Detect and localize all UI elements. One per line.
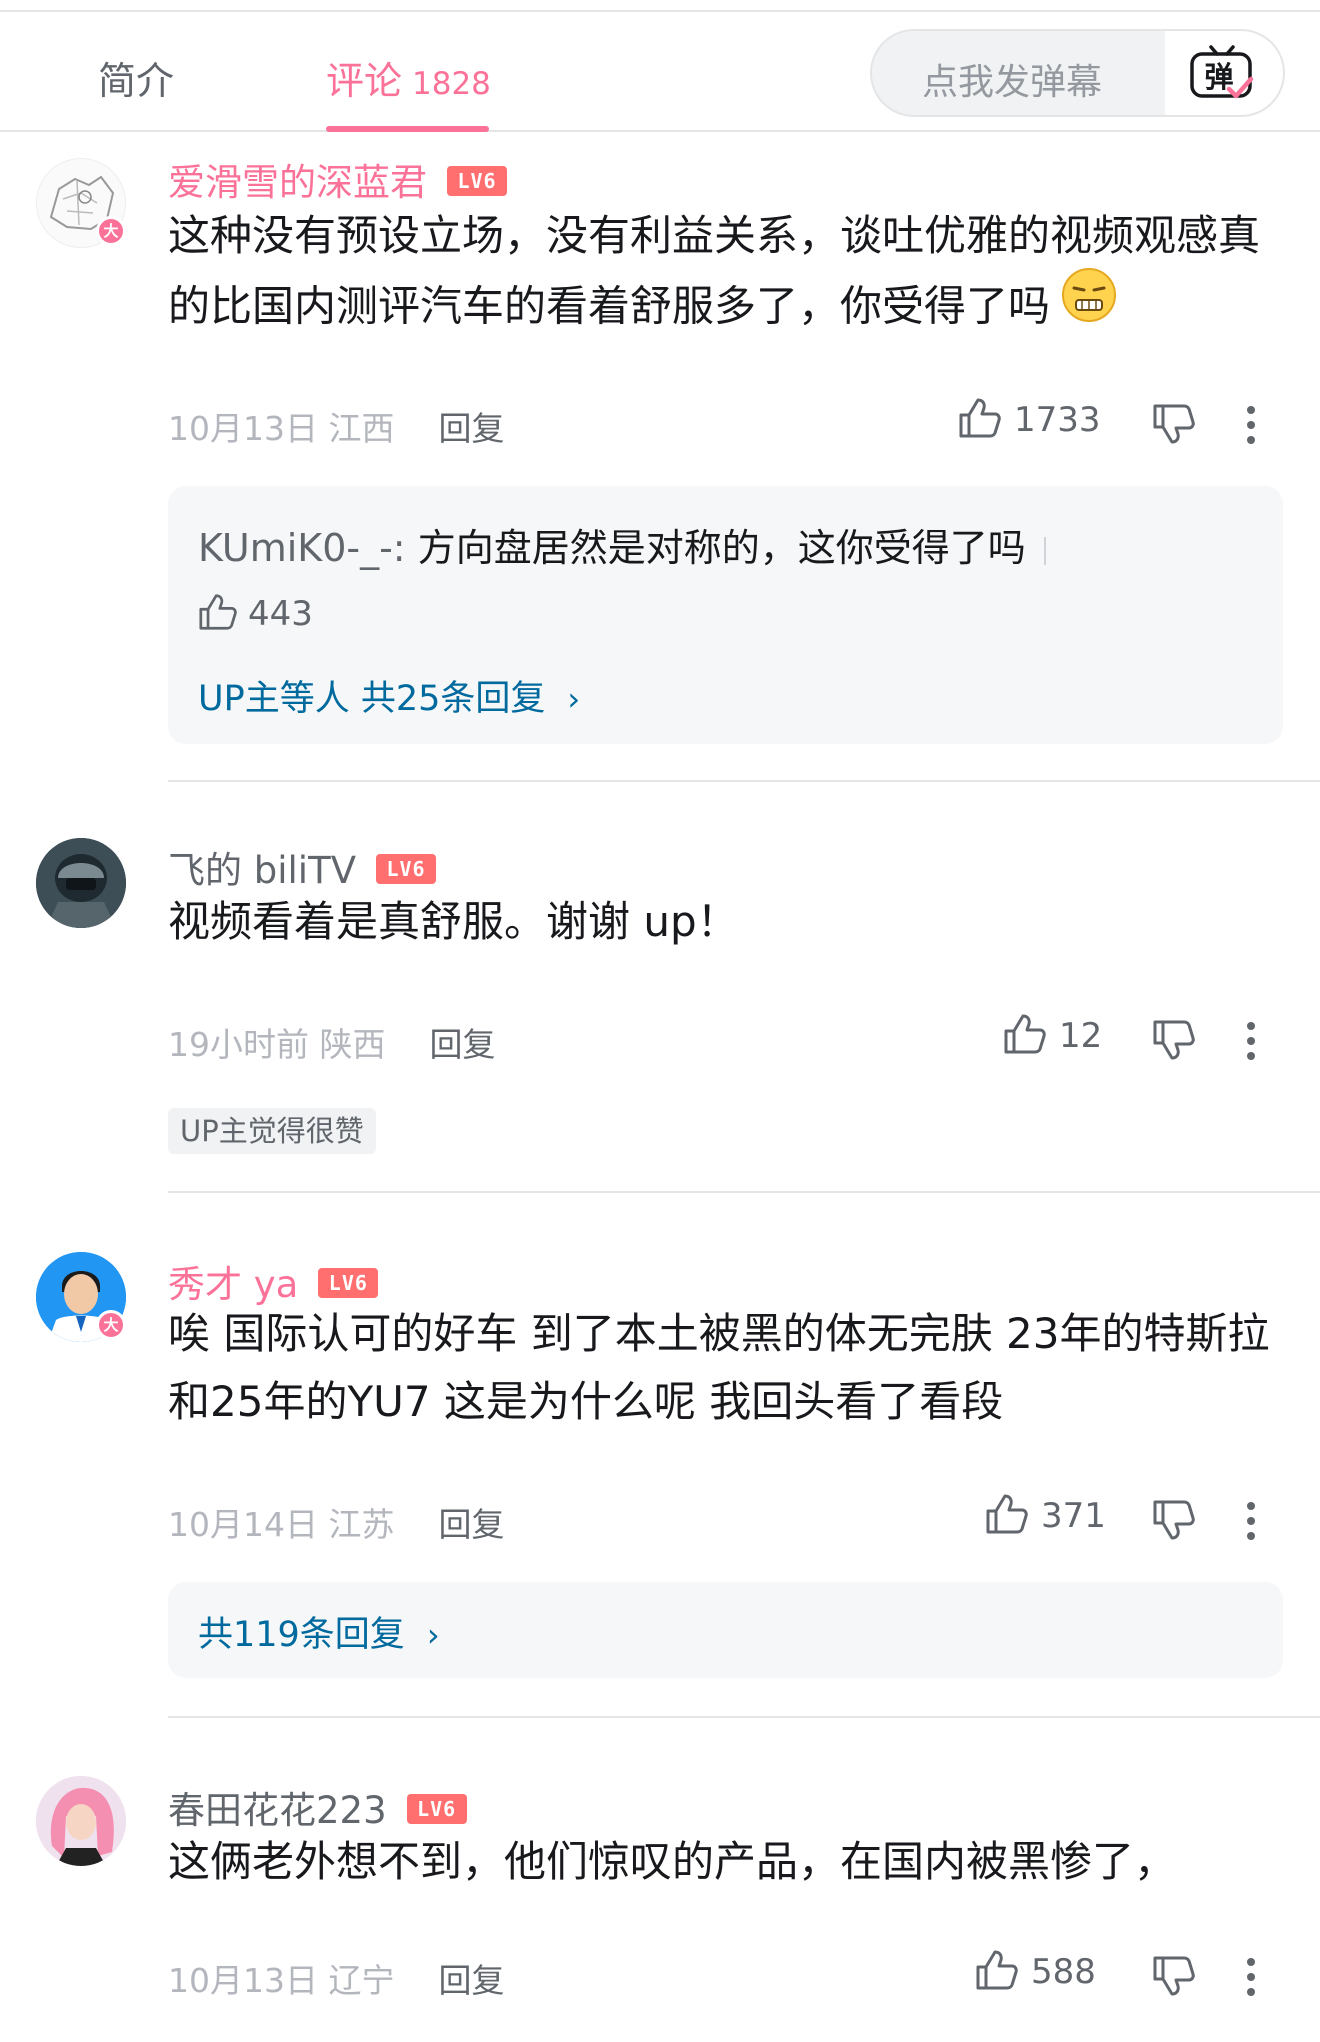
tab-bar: 简介 评论 1828 点我发弹幕 弹 [0,12,1320,132]
more-options-icon[interactable] [1244,406,1258,451]
active-tab-indicator [326,126,489,132]
pilot-avatar-image [36,838,126,928]
comment-location: 江苏 [328,1505,395,1544]
comment-divider [168,1716,1320,1718]
comment-meta: 10月13日 辽宁 回复 [168,1954,504,2002]
thumbs-down-icon [1153,404,1195,444]
reply-button[interactable]: 回复 [438,409,504,448]
thumbs-down-icon [1153,1020,1195,1060]
avatar[interactable] [36,1776,126,1866]
separator [1043,536,1046,565]
danmaku-icon: 弹 [1190,45,1254,99]
tab-comments-label: 评论 [326,59,403,103]
comment-meta: 19小时前 陕西 回复 [168,1018,496,1066]
like-button[interactable]: 371 [985,1494,1106,1539]
username[interactable]: 飞的 biliTV LV6 [168,840,436,894]
comment-text-block: 这种没有预设立场，没有利益关系，谈吐优雅的视频观感真的比国内测评汽车的看着舒服多… [168,202,1278,348]
comment-text: 唉 国际认可的好车 到了本土被黑的体无完肤 23年的特斯拉和25年的YU7 这是… [168,1309,1270,1426]
grimace-emoji-icon [1060,266,1118,344]
comment-time: 19小时前 [168,1025,309,1064]
like-count: 588 [1031,1952,1096,1992]
like-count: 1733 [1014,400,1101,440]
thumbs-up-icon [1004,1014,1046,1053]
dislike-button[interactable] [1152,1955,1196,2001]
reply-summary: 共119条回复 [198,1615,405,1655]
username[interactable]: 爱滑雪的深蓝君 LV6 [168,152,507,206]
comment-time: 10月13日 [168,409,318,448]
thumbs-down-icon [1153,1500,1195,1540]
dislike-button[interactable] [1152,1019,1196,1065]
reply-button[interactable]: 回复 [438,1505,504,1544]
comment-time: 10月13日 [168,1961,318,2000]
view-replies-link[interactable]: UP主等人 共25条回复 › [198,670,580,721]
chevron-right-icon: › [426,1616,440,1654]
top-divider [0,0,1320,12]
thumbs-down-icon [1153,1956,1195,1996]
like-button[interactable]: 12 [1003,1014,1103,1059]
sub-reply-user[interactable]: KUmiK0-_-: [198,526,406,570]
username-text: 春田花花223 [168,1789,387,1832]
danmaku-input[interactable]: 点我发弹幕 [922,53,1102,105]
like-count: 371 [1041,1496,1106,1536]
dislike-button[interactable] [1152,1499,1196,1545]
more-options-icon[interactable] [1244,1022,1258,1067]
username-text: 爱滑雪的深蓝君 [168,161,427,204]
more-options-icon[interactable] [1244,1958,1258,2003]
comment-meta: 10月13日 江西 回复 [168,402,504,450]
comment-location: 江西 [328,409,395,448]
chevron-right-icon: › [567,680,581,718]
level-badge: LV6 [376,853,436,884]
dislike-button[interactable] [1152,403,1196,449]
thumbs-up-icon [199,593,237,630]
big-member-badge: 大 [96,1310,126,1340]
comment-divider [168,780,1320,782]
comment-divider [168,1191,1320,1193]
comment-count: 1828 [412,66,491,102]
view-replies-link[interactable]: 共119条回复 › [198,1606,440,1657]
comment-text: 这俩老外想不到，他们惊叹的产品，在国内被黑惨了， [168,1837,1177,1886]
thumbs-up-icon [986,1494,1028,1533]
reply-button[interactable]: 回复 [430,1025,496,1064]
username-text: 飞的 biliTV [168,849,356,892]
sub-reply-box: KUmiK0-_-: 方向盘居然是对称的，这你受得了吗 443 UP主等人 共25… [168,486,1283,744]
sub-reply-like[interactable]: 443 [198,593,313,634]
up-liked-tag: UP主觉得很赞 [168,1108,376,1154]
thumbs-up-icon [976,1950,1018,1989]
sub-reply-text: 方向盘居然是对称的，这你受得了吗 [405,526,1026,570]
sub-reply-like-count: 443 [248,594,313,634]
level-badge: LV6 [406,1793,467,1824]
comment-location: 辽宁 [328,1961,395,2000]
comment-time: 10月14日 [168,1505,318,1544]
tab-intro[interactable]: 简介 [98,50,174,105]
danmaku-bar[interactable]: 点我发弹幕 弹 [870,29,1285,117]
avatar[interactable] [36,838,126,928]
level-badge: LV6 [318,1267,379,1298]
reply-summary: UP主等人 共25条回复 [198,679,546,719]
big-member-badge: 大 [96,216,126,246]
sub-reply: KUmiK0-_-: 方向盘居然是对称的，这你受得了吗 443 [198,516,1078,646]
danmaku-toggle-button[interactable]: 弹 [1165,31,1283,115]
reply-button[interactable]: 回复 [438,1961,504,2000]
tab-comments[interactable]: 评论 1828 [326,50,491,105]
girl-avatar-image [36,1776,126,1866]
like-button[interactable]: 588 [975,1950,1096,1995]
comment-location: 陕西 [319,1025,386,1064]
comment-text: 视频看着是真舒服。谢谢 up！ [168,897,739,946]
sub-reply-box: 共119条回复 › [168,1582,1283,1678]
more-options-icon[interactable] [1244,1502,1258,1547]
username[interactable]: 春田花花223 LV6 [168,1780,467,1834]
like-button[interactable]: 1733 [958,398,1101,443]
thumbs-up-icon [959,398,1001,437]
like-count: 12 [1059,1016,1103,1056]
level-badge: LV6 [447,165,507,196]
comment-meta: 10月14日 江苏 回复 [168,1498,504,1546]
